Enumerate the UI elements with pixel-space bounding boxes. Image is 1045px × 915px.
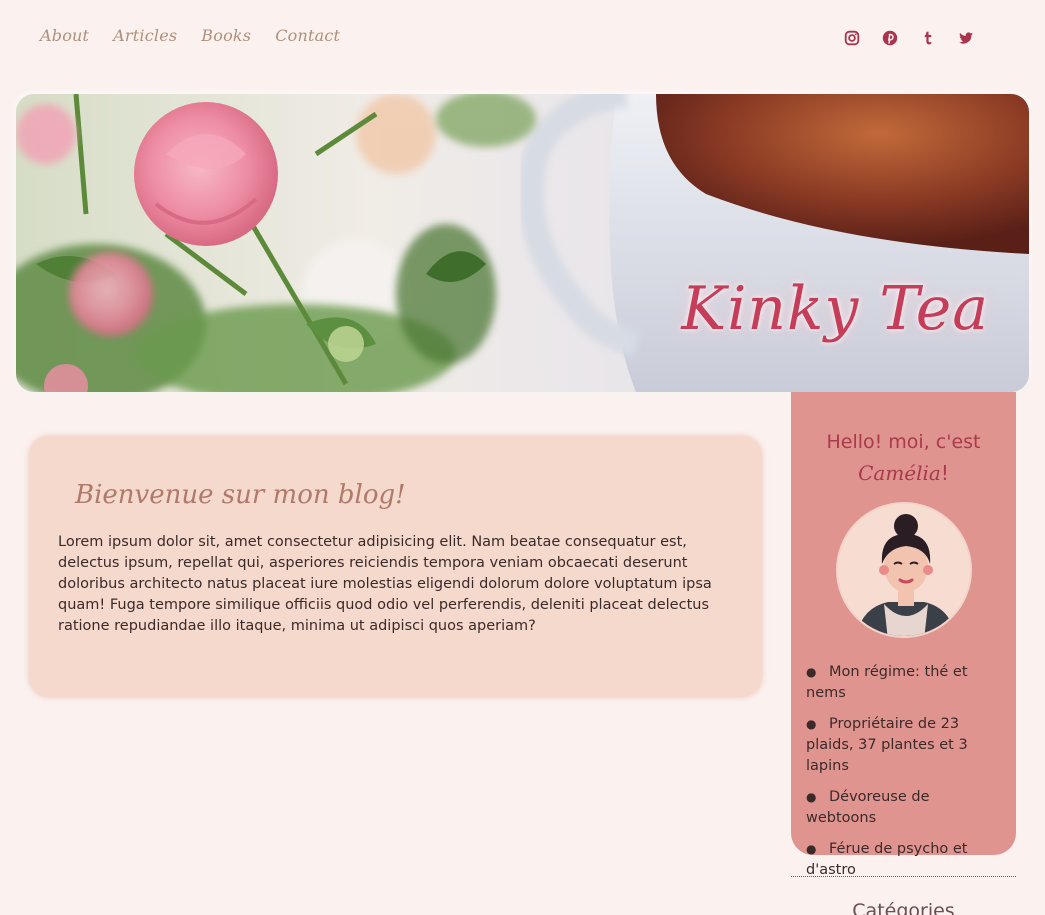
list-item: ● Propriétaire de 23 plaids, 37 plantes e… — [806, 716, 968, 774]
hero-image — [16, 94, 1029, 392]
author-name: Camélia — [858, 461, 941, 485]
site-title[interactable]: Kinky Tea — [681, 274, 989, 344]
nav-books-link[interactable]: Books — [201, 26, 251, 45]
avatar-illustration — [837, 504, 970, 636]
list-item: ● Férue de psycho et d'astro — [806, 841, 968, 878]
twitter-icon[interactable] — [957, 28, 975, 48]
sidebar-greeting: Hello! moi, c'est — [826, 431, 981, 453]
nav-about-link[interactable]: About — [40, 26, 89, 45]
about-sidebar: Hello! moi, c'est Camélia! ● Mon régime: … — [791, 392, 1016, 878]
list-item: ● Mon régime: thé et nems — [806, 664, 968, 701]
welcome-heading: Bienvenue sur mon blog! — [75, 480, 406, 510]
categories-heading: Catégories — [852, 900, 955, 915]
tumblr-icon[interactable] — [919, 28, 937, 48]
pinterest-icon[interactable] — [881, 28, 899, 48]
welcome-card: Bienvenue sur mon blog! Lorem ipsum dolo… — [29, 436, 762, 697]
hero-banner: Kinky Tea — [16, 94, 1029, 392]
sidebar-name-line: Camélia! — [791, 458, 1016, 488]
author-name-suffix: ! — [940, 461, 949, 485]
nav-contact-link[interactable]: Contact — [275, 26, 340, 45]
list-item: ● Dévoreuse de webtoons — [806, 789, 930, 826]
instagram-icon[interactable] — [843, 28, 861, 48]
social-links — [843, 28, 975, 48]
nav-articles-link[interactable]: Articles — [113, 26, 177, 45]
avatar — [835, 502, 972, 638]
about-facts-list: ● Mon régime: thé et nems ● Propriétaire d… — [806, 662, 1004, 881]
welcome-body: Lorem ipsum dolor sit, amet consectetur … — [58, 534, 712, 634]
sidebar-divider — [791, 876, 1016, 877]
main-nav: About Articles Books Contact — [40, 26, 340, 45]
